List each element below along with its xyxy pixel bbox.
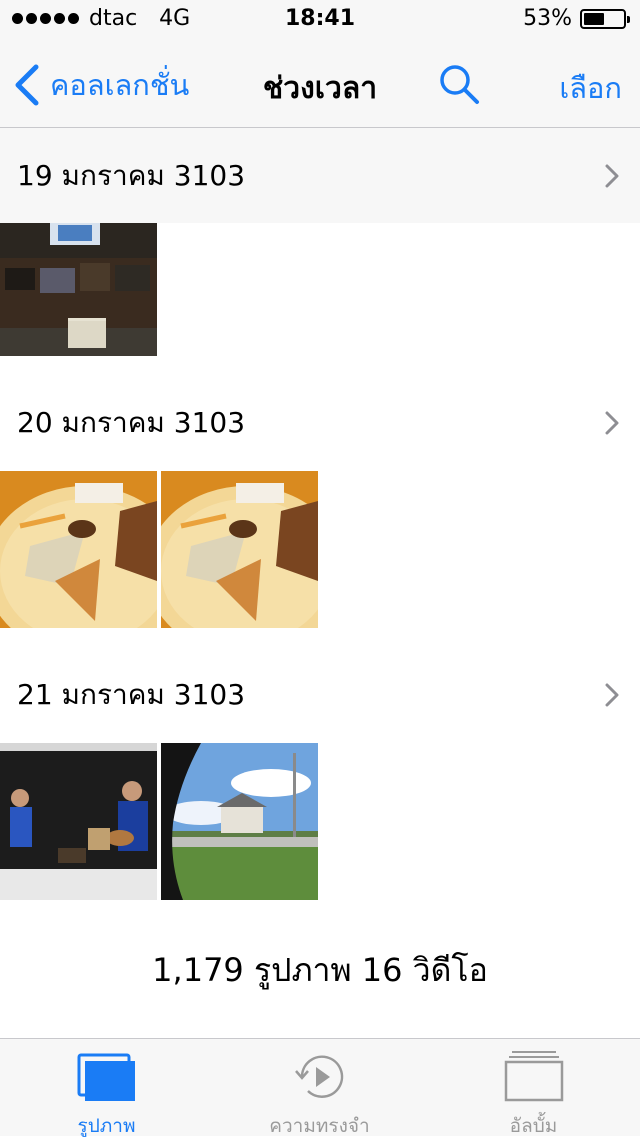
- search-button[interactable]: [436, 61, 482, 107]
- moment-photos: [0, 471, 318, 628]
- library-summary: 1,179 รูปภาพ 16 วิดีโอ: [152, 951, 488, 989]
- status-right: 53%: [523, 6, 630, 31]
- status-bar: dtac 4G 18:41 53%: [0, 0, 640, 40]
- moment-header[interactable]: 19 มกราคม 3103: [0, 128, 640, 223]
- moment-date: 19 มกราคม 3103: [17, 158, 246, 192]
- albums-icon: [504, 1051, 563, 1102]
- photo-thumbnail[interactable]: [0, 471, 157, 628]
- photo-thumbnail[interactable]: [0, 743, 157, 900]
- moment-header[interactable]: 21 มกราคม 3103: [0, 647, 640, 742]
- battery-percent: 53%: [523, 6, 572, 31]
- moment-date: 20 มกราคม 3103: [17, 405, 246, 439]
- navigation-bar: คอลเลกชั่น ช่วงเวลา เลือก: [0, 40, 640, 128]
- chevron-right-icon: [605, 164, 619, 188]
- tab-photos[interactable]: รูปภาพ: [0, 1039, 213, 1137]
- back-button[interactable]: คอลเลกชั่น: [14, 62, 189, 108]
- chevron-left-icon: [15, 64, 39, 106]
- battery-fill: [584, 12, 605, 25]
- photos-icon: [77, 1053, 135, 1101]
- chevron-right-icon: [605, 411, 619, 435]
- tab-label: รูปภาพ: [77, 1115, 136, 1137]
- chevron-right-icon: [605, 683, 619, 707]
- tab-bar: รูปภาพ ความทรงจำ อัลบั้ม: [0, 1038, 640, 1137]
- select-button[interactable]: เลือก: [559, 65, 622, 111]
- moment-photos: [0, 743, 318, 900]
- moment-photos: [0, 223, 157, 356]
- tab-label: อัลบั้ม: [509, 1115, 558, 1137]
- battery-icon: [580, 8, 630, 29]
- memories-icon: [294, 1055, 343, 1098]
- photo-thumbnail[interactable]: [161, 743, 318, 900]
- search-icon: [440, 65, 479, 104]
- photo-thumbnail[interactable]: [161, 471, 318, 628]
- back-button-label: คอลเลกชั่น: [50, 68, 190, 102]
- moment-date: 21 มกราคม 3103: [17, 677, 246, 711]
- photo-thumbnail[interactable]: [0, 223, 157, 356]
- tab-memories[interactable]: ความทรงจำ: [213, 1039, 426, 1137]
- moment-header[interactable]: 20 มกราคม 3103: [0, 375, 640, 470]
- tab-label: ความทรงจำ: [269, 1115, 370, 1137]
- tab-albums[interactable]: อัลบั้ม: [427, 1039, 640, 1137]
